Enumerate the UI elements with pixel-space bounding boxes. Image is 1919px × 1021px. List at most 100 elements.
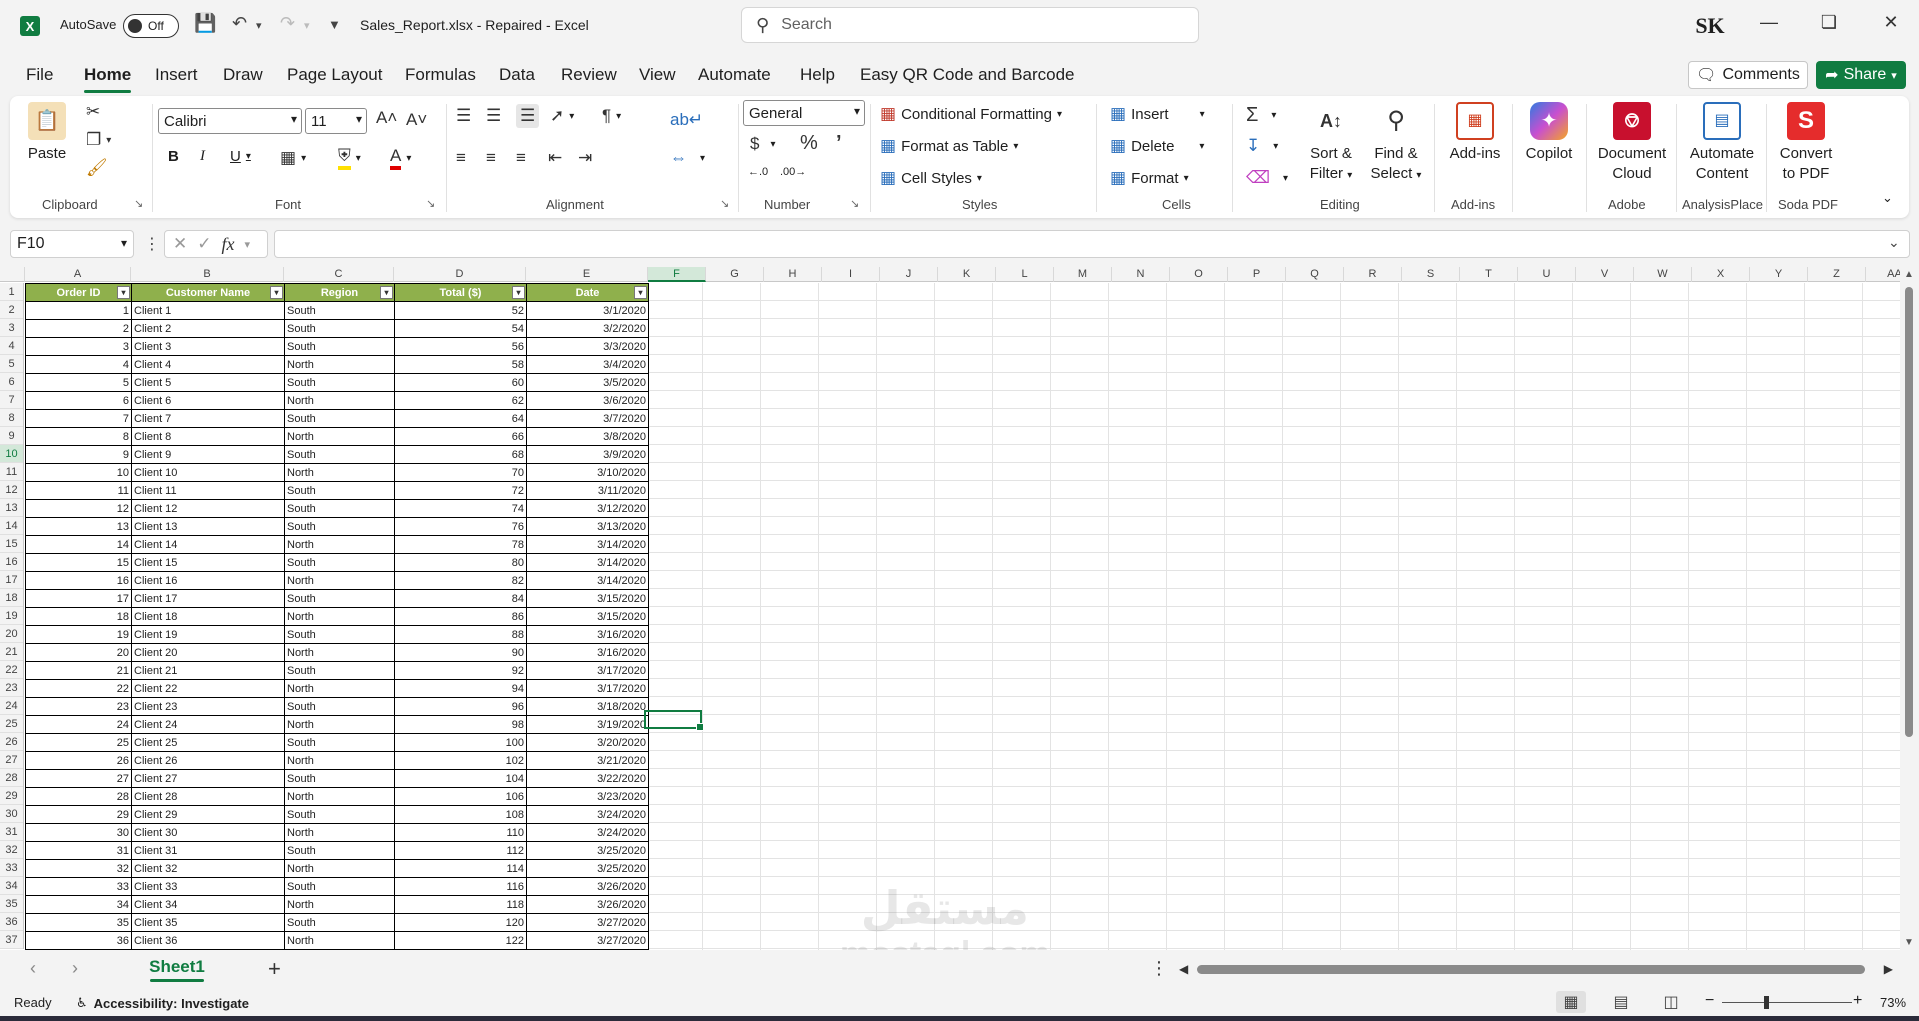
row-header[interactable]: 29 xyxy=(0,787,23,805)
table-cell[interactable]: South xyxy=(284,769,395,788)
fill-icon[interactable]: ↧ ▾ xyxy=(1246,136,1278,156)
zoom-slider[interactable] xyxy=(1722,996,1852,1009)
font-dialog-launcher-icon[interactable]: ↘ xyxy=(426,197,435,210)
table-cell[interactable]: 80 xyxy=(394,553,527,572)
vertical-scroll-thumb[interactable] xyxy=(1905,287,1913,737)
table-cell[interactable]: 4 xyxy=(25,355,132,374)
table-header-cell[interactable]: Total ($) ▾ xyxy=(394,283,527,302)
tab-easy-qr-code[interactable]: Easy QR Code and Barcode xyxy=(860,65,1075,85)
worksheet-grid[interactable]: A B C D E F G H I J K L M N O P Q R S T U V W X Y Z AA 1 2 3 4 5 6 7 8 9 10… xyxy=(0,267,1900,950)
number-dialog-launcher-icon[interactable]: ↘ xyxy=(850,197,859,210)
table-cell[interactable]: 114 xyxy=(394,859,527,878)
column-header[interactable]: S xyxy=(1402,267,1460,282)
table-cell[interactable]: 25 xyxy=(25,733,132,752)
table-cell[interactable]: 84 xyxy=(394,589,527,608)
align-left-icon[interactable]: ≡ xyxy=(456,148,466,168)
format-painter-icon[interactable]: 🖌 xyxy=(86,158,108,178)
table-cell[interactable]: North xyxy=(284,715,395,734)
table-cell[interactable]: 3/25/2020 xyxy=(526,859,649,878)
redo-dropdown-icon[interactable]: ▾ xyxy=(304,19,310,32)
table-cell[interactable]: Client 6 xyxy=(131,391,285,410)
row-header[interactable]: 34 xyxy=(0,877,23,895)
row-header[interactable]: 20 xyxy=(0,625,23,643)
close-icon[interactable]: ✕ xyxy=(1876,12,1906,33)
table-cell[interactable]: 10 xyxy=(25,463,132,482)
table-cell[interactable]: North xyxy=(284,535,395,554)
table-cell[interactable]: Client 26 xyxy=(131,751,285,770)
table-cell[interactable]: 108 xyxy=(394,805,527,824)
table-cell[interactable]: North xyxy=(284,607,395,626)
horizontal-scrollbar[interactable]: ◀ ▶ xyxy=(1175,960,1895,978)
column-header[interactable]: U xyxy=(1518,267,1576,282)
table-cell[interactable]: 120 xyxy=(394,913,527,932)
column-header[interactable]: W xyxy=(1634,267,1692,282)
scroll-left-icon[interactable]: ◀ xyxy=(1179,962,1188,976)
align-top-icon[interactable]: ☰ xyxy=(456,106,471,126)
table-cell[interactable]: Client 33 xyxy=(131,877,285,896)
table-cell[interactable]: North xyxy=(284,787,395,806)
row-header[interactable]: 10 xyxy=(0,445,23,463)
table-cell[interactable]: 6 xyxy=(25,391,132,410)
column-header[interactable]: C xyxy=(284,267,394,282)
table-cell[interactable]: Client 35 xyxy=(131,913,285,932)
table-cell[interactable]: 3/21/2020 xyxy=(526,751,649,770)
table-cell[interactable]: 3/15/2020 xyxy=(526,607,649,626)
tab-draw[interactable]: Draw xyxy=(223,65,263,85)
delete-cells-button[interactable]: ▦ Delete ▾ xyxy=(1110,136,1204,156)
save-icon[interactable]: 💾 xyxy=(194,13,216,34)
column-header[interactable]: Y xyxy=(1750,267,1808,282)
scroll-down-icon[interactable]: ▼ xyxy=(1904,937,1914,948)
table-cell[interactable]: 31 xyxy=(25,841,132,860)
table-cell[interactable]: Client 25 xyxy=(131,733,285,752)
column-header[interactable]: H xyxy=(764,267,822,282)
comments-button[interactable]: 🗨 Comments xyxy=(1688,61,1808,89)
table-cell[interactable]: South xyxy=(284,661,395,680)
table-cell[interactable]: 12 xyxy=(25,499,132,518)
number-format-combo[interactable]: General ▾ xyxy=(743,100,865,126)
page-layout-view-icon[interactable]: ▤ xyxy=(1606,991,1636,1013)
name-box[interactable]: F10 ▾ xyxy=(10,230,134,258)
find-select-button[interactable]: ⚲ Find & Select ▾ xyxy=(1366,102,1426,186)
clear-icon[interactable]: ⌫ ▾ xyxy=(1246,168,1288,188)
tab-automate[interactable]: Automate xyxy=(698,65,771,85)
row-header[interactable]: 8 xyxy=(0,409,23,427)
table-cell[interactable]: 3/27/2020 xyxy=(526,931,649,950)
table-cell[interactable]: 110 xyxy=(394,823,527,842)
paste-button[interactable]: 📋 Paste xyxy=(24,102,70,164)
table-cell[interactable]: North xyxy=(284,391,395,410)
redo-icon[interactable]: ↷ xyxy=(280,13,295,34)
row-header[interactable]: 23 xyxy=(0,679,23,697)
table-cell[interactable]: 3/19/2020 xyxy=(526,715,649,734)
column-header[interactable]: M xyxy=(1054,267,1112,282)
table-cell[interactable]: 15 xyxy=(25,553,132,572)
table-cell[interactable]: 3/2/2020 xyxy=(526,319,649,338)
currency-icon[interactable]: $ ▾ xyxy=(750,134,776,154)
row-header[interactable]: 18 xyxy=(0,589,23,607)
table-cell[interactable]: 3/5/2020 xyxy=(526,373,649,392)
font-size-combo[interactable]: 11 ▾ xyxy=(305,108,367,134)
autosave-toggle[interactable]: Off xyxy=(123,14,179,38)
column-header[interactable]: O xyxy=(1170,267,1228,282)
column-header[interactable]: N xyxy=(1112,267,1170,282)
table-cell[interactable]: Client 20 xyxy=(131,643,285,662)
sort-filter-button[interactable]: A↕ Sort & Filter ▾ xyxy=(1304,102,1358,186)
table-cell[interactable]: South xyxy=(284,805,395,824)
table-cell[interactable]: 9 xyxy=(25,445,132,464)
row-header[interactable]: 35 xyxy=(0,895,23,913)
table-cell[interactable]: 23 xyxy=(25,697,132,716)
table-cell[interactable]: South xyxy=(284,373,395,392)
table-cell[interactable]: North xyxy=(284,895,395,914)
table-cell[interactable]: 72 xyxy=(394,481,527,500)
percent-icon[interactable]: % xyxy=(800,132,818,155)
paragraph-direction-icon[interactable]: ¶ ▾ xyxy=(602,106,621,126)
autosum-icon[interactable]: Σ ▾ xyxy=(1246,104,1276,127)
row-header[interactable]: 32 xyxy=(0,841,23,859)
table-cell[interactable]: 3/10/2020 xyxy=(526,463,649,482)
table-cell[interactable]: 54 xyxy=(394,319,527,338)
copilot-button[interactable]: ✦ Copilot xyxy=(1518,102,1580,164)
table-cell[interactable]: 82 xyxy=(394,571,527,590)
row-header[interactable]: 3 xyxy=(0,319,23,337)
column-header[interactable]: X xyxy=(1692,267,1750,282)
column-header[interactable]: G xyxy=(706,267,764,282)
table-cell[interactable]: North xyxy=(284,643,395,662)
